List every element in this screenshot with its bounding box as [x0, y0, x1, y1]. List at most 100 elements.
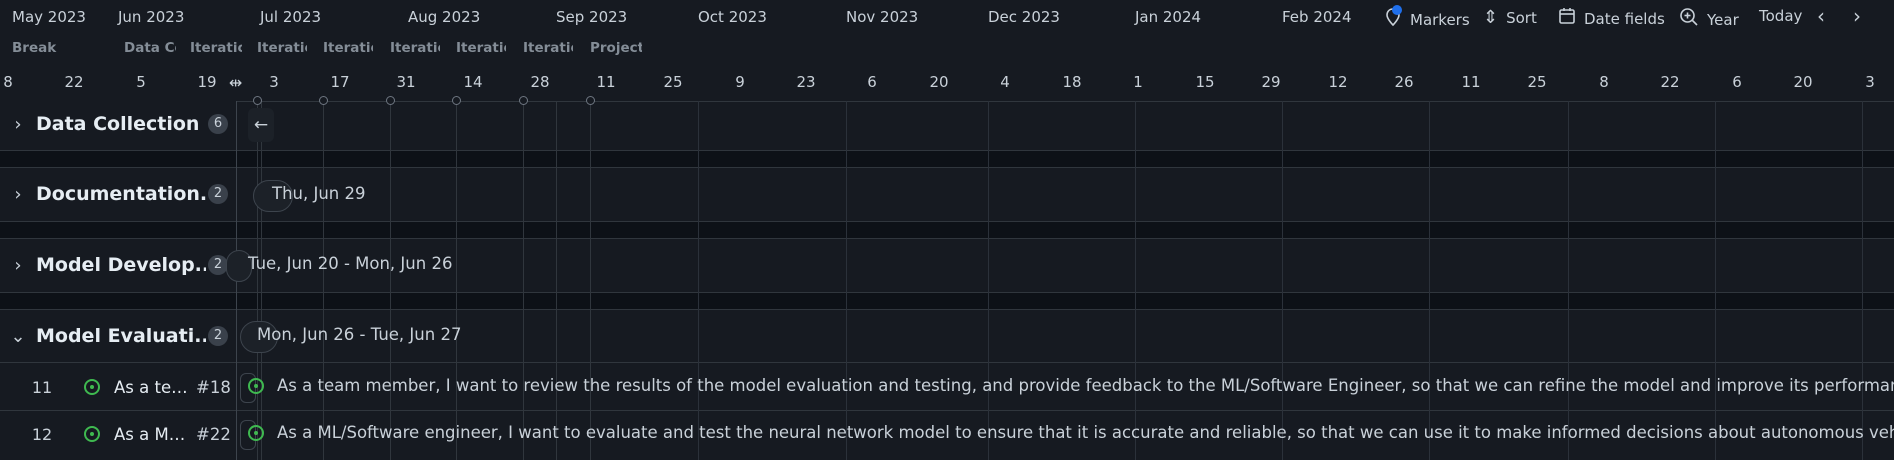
marker-line — [590, 101, 591, 460]
day-tick: 22 — [1660, 73, 1680, 91]
item-title[interactable]: As a tea... — [114, 378, 188, 397]
marker-dot[interactable] — [586, 96, 595, 105]
item-row[interactable]: 12 As a ML... #22 — [0, 410, 236, 458]
group-gap — [0, 150, 1894, 168]
item-row[interactable]: 11 As a tea... #18 — [0, 363, 236, 411]
day-tick: 23 — [796, 73, 816, 91]
group-count-badge: 2 — [208, 326, 228, 346]
day-tick: 18 — [1062, 73, 1082, 91]
marker-label[interactable]: Project — [590, 40, 642, 56]
marker-dot[interactable] — [386, 96, 395, 105]
sort-label: Sort — [1506, 8, 1537, 27]
group-name: Model Develop... — [36, 254, 206, 276]
day-tick: 1 — [1133, 73, 1143, 91]
day-tick: 11 — [1461, 73, 1481, 91]
chevron-down-icon[interactable]: ⌄ — [0, 326, 36, 347]
item-full-title[interactable]: As a team member, I want to review the r… — [277, 376, 1894, 395]
day-tick: 3 — [1865, 73, 1875, 91]
marker-label[interactable]: Iteratic — [190, 40, 242, 56]
header-divider — [0, 101, 1894, 102]
row-divider — [0, 292, 1894, 293]
marker-dot[interactable] — [452, 96, 461, 105]
group-row-documentation[interactable]: › Documentation... 2 — [0, 168, 236, 220]
day-tick: 29 — [1261, 73, 1281, 91]
month-line — [1715, 101, 1716, 460]
chevron-left-icon[interactable]: ‹ — [1817, 4, 1825, 28]
marker-dot[interactable] — [319, 96, 328, 105]
month-line — [1282, 101, 1283, 460]
row-divider — [0, 221, 1894, 222]
sort-arrows-icon: ⇕ — [1483, 7, 1499, 28]
arrow-left-icon[interactable]: ← — [248, 108, 274, 142]
item-number[interactable]: #18 — [196, 378, 231, 397]
item-number[interactable]: #22 — [196, 425, 231, 444]
row-divider — [0, 167, 1894, 168]
chevron-right-icon[interactable]: › — [1853, 4, 1861, 28]
month-line — [846, 101, 847, 460]
chevron-right-icon[interactable]: › — [0, 114, 36, 135]
date-fields-label: Date fields — [1584, 9, 1665, 28]
month-label: Jan 2024 — [1135, 8, 1202, 26]
marker-label[interactable]: Iteratic — [456, 40, 506, 56]
day-tick: 9 — [735, 73, 745, 91]
day-tick: 12 — [1328, 73, 1348, 91]
chevron-right-icon[interactable]: › — [0, 255, 36, 276]
marker-label[interactable]: Break — [12, 40, 56, 56]
day-tick: 8 — [1599, 73, 1609, 91]
day-tick: 3 — [269, 73, 279, 91]
issue-open-icon — [248, 425, 264, 445]
marker-dot[interactable] — [253, 96, 262, 105]
issue-open-icon — [84, 426, 100, 442]
group-row-data-collection[interactable]: › Data Collection ... 6 — [0, 98, 236, 150]
marker-dot[interactable] — [519, 96, 528, 105]
group-row-model-development[interactable]: › Model Develop... 2 — [0, 239, 236, 291]
marker-line — [556, 101, 557, 460]
group-gap — [0, 292, 1894, 310]
group-row-model-evaluation[interactable]: ⌄ Model Evaluati... 2 — [0, 310, 236, 362]
month-label: Aug 2023 — [408, 8, 481, 26]
row-number: 11 — [31, 377, 53, 397]
month-line — [988, 101, 989, 460]
day-tick: 28 — [530, 73, 550, 91]
item-full-title[interactable]: As a ML/Software engineer, I want to eva… — [277, 423, 1894, 442]
zoom-label: Year — [1707, 10, 1739, 29]
chevron-right-icon[interactable]: › — [0, 184, 36, 205]
item-title[interactable]: As a ML... — [114, 425, 188, 444]
marker-label[interactable]: Iteratic — [523, 40, 573, 56]
issue-open-icon — [84, 379, 100, 395]
zoom-button[interactable]: Year — [1679, 7, 1739, 32]
calendar-icon — [1558, 7, 1576, 30]
markers-label: Markers — [1410, 10, 1470, 29]
month-line — [1429, 101, 1430, 460]
today-button[interactable]: Today — [1759, 7, 1802, 25]
marker-line — [261, 101, 262, 460]
date-fields-button[interactable]: Date fields — [1558, 7, 1665, 30]
marker-line — [523, 101, 524, 460]
marker-label[interactable]: Iteratic — [390, 40, 440, 56]
column-resize-icon[interactable]: ⇹ — [229, 73, 242, 92]
day-tick: 8 — [3, 73, 13, 91]
zoom-in-icon — [1679, 7, 1699, 32]
group-gap — [0, 221, 1894, 239]
month-label: Oct 2023 — [698, 8, 767, 26]
marker-label[interactable]: Data Co — [124, 40, 176, 56]
sort-button[interactable]: ⇕ Sort — [1483, 7, 1537, 28]
day-tick: 20 — [929, 73, 949, 91]
markers-button[interactable]: Markers — [1384, 5, 1470, 32]
issue-open-icon — [248, 378, 264, 398]
day-tick: 26 — [1394, 73, 1414, 91]
day-tick: 11 — [596, 73, 616, 91]
month-line — [1862, 101, 1863, 460]
row-divider — [0, 238, 1894, 239]
day-tick: 17 — [330, 73, 350, 91]
group-count-badge: 2 — [208, 184, 228, 204]
month-label: Jul 2023 — [260, 8, 322, 26]
row-divider — [0, 309, 1894, 310]
marker-label[interactable]: Iteratic — [323, 40, 373, 56]
month-line — [1568, 101, 1569, 460]
marker-label[interactable]: Iteratic — [257, 40, 307, 56]
day-tick: 4 — [1000, 73, 1010, 91]
group-date-range: Mon, Jun 26 - Tue, Jun 27 — [257, 325, 462, 344]
day-tick: 15 — [1195, 73, 1215, 91]
today-label: Today — [1759, 7, 1803, 25]
